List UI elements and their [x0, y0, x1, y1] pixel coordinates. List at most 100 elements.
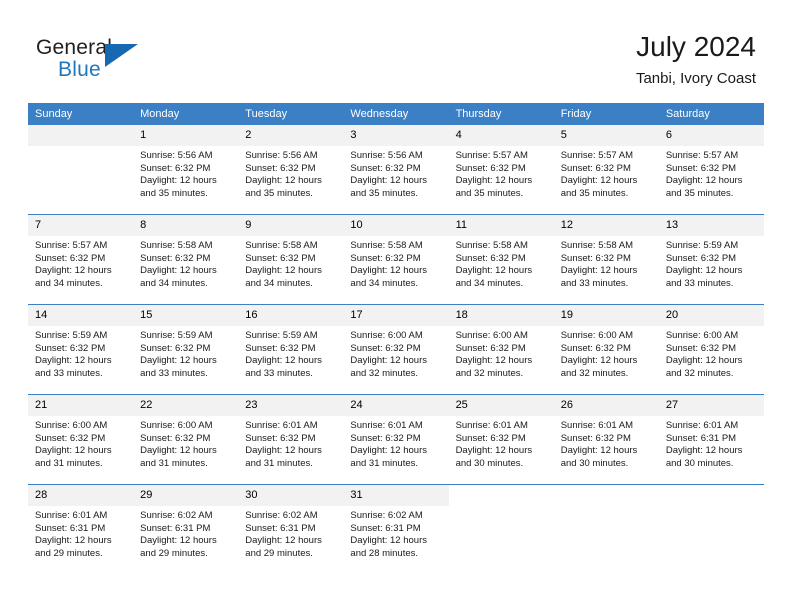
calendar-day-cell[interactable]: 24 Sunrise: 6:01 AM Sunset: 6:32 PM Dayligh… — [343, 394, 449, 485]
sunrise-text: Sunrise: 6:01 AM — [665, 420, 739, 431]
daylight-text-line2: and 28 minutes. — [350, 547, 419, 559]
sunset-text: Sunset: 6:32 PM — [350, 342, 421, 354]
calendar-day-cell[interactable]: 16 Sunrise: 5:59 AM Sunset: 6:32 PM Dayligh… — [238, 304, 344, 395]
sunset-text: Sunset: 6:32 PM — [140, 252, 211, 264]
daylight-text-line2: and 29 minutes. — [245, 547, 313, 559]
daylight-text-line2: and 33 minutes. — [245, 367, 313, 379]
day-details: Sunrise: 6:01 AM Sunset: 6:32 PM Daylight:… — [449, 416, 554, 470]
calendar-day-cell[interactable]: 27 Sunrise: 6:01 AM Sunset: 6:31 PM Dayligh… — [658, 394, 764, 485]
day-number: 19 — [553, 305, 659, 326]
daylight-text-line1: Daylight: 12 hours — [35, 355, 112, 367]
day-details: Sunrise: 5:56 AM Sunset: 6:32 PM Daylight:… — [133, 146, 238, 200]
calendar-day-cell[interactable]: 21 Sunrise: 6:00 AM Sunset: 6:32 PM Dayligh… — [28, 394, 134, 485]
day-number: 4 — [448, 125, 554, 146]
sunrise-text: Sunrise: 6:01 AM — [35, 510, 108, 521]
daylight-text-line2: and 32 minutes. — [455, 367, 524, 379]
calendar-day-cell[interactable]: 23 Sunrise: 6:01 AM Sunset: 6:32 PM Dayligh… — [238, 394, 344, 485]
sunrise-text: Sunrise: 6:02 AM — [140, 510, 213, 521]
calendar-page: General Blue July 2024 Tanbi, Ivory Coas… — [0, 0, 792, 612]
calendar-day-cell[interactable]: 6 Sunrise: 5:57 AM Sunset: 6:32 PM Daylight… — [658, 125, 764, 215]
calendar-day-cell[interactable]: 22 Sunrise: 6:00 AM Sunset: 6:32 PM Dayligh… — [133, 394, 239, 485]
calendar-week-row: 1 Sunrise: 5:56 AM Sunset: 6:32 PM Daylight… — [28, 125, 764, 215]
daylight-text-line1: Daylight: 12 hours — [665, 265, 743, 277]
daylight-text-line2: and 30 minutes. — [665, 457, 734, 469]
calendar-day-cell[interactable]: 8 Sunrise: 5:58 AM Sunset: 6:32 PM Daylight… — [133, 214, 239, 305]
general-blue-logo: General Blue — [36, 36, 146, 84]
logo-text-blue: Blue — [58, 58, 101, 81]
sunset-text: Sunset: 6:32 PM — [560, 162, 631, 174]
sunrise-text: Sunrise: 6:02 AM — [350, 510, 423, 521]
day-number — [553, 485, 659, 506]
sunrise-text: Sunrise: 6:01 AM — [350, 420, 423, 431]
daylight-text-line1: Daylight: 12 hours — [245, 445, 322, 457]
sunrise-text: Sunrise: 5:57 AM — [455, 150, 528, 161]
sunrise-text: Sunrise: 6:00 AM — [455, 330, 528, 341]
sunset-text: Sunset: 6:32 PM — [350, 432, 421, 444]
day-number: 30 — [238, 485, 344, 506]
day-number: 1 — [133, 125, 239, 146]
calendar-day-cell[interactable]: 1 Sunrise: 5:56 AM Sunset: 6:32 PM Daylight… — [133, 125, 239, 215]
sunrise-text: Sunrise: 5:57 AM — [560, 150, 634, 161]
daylight-text-line1: Daylight: 12 hours — [350, 355, 427, 367]
day-details: Sunrise: 5:58 AM Sunset: 6:32 PM Daylight:… — [554, 236, 659, 290]
sunset-text: Sunset: 6:31 PM — [140, 522, 211, 534]
daylight-text-line1: Daylight: 12 hours — [455, 265, 533, 277]
calendar-day-cell[interactable]: 18 Sunrise: 6:00 AM Sunset: 6:32 PM Dayligh… — [448, 304, 554, 395]
day-details: Sunrise: 5:59 AM Sunset: 6:32 PM Daylight:… — [133, 326, 238, 380]
calendar-day-cell[interactable]: 9 Sunrise: 5:58 AM Sunset: 6:32 PM Daylight… — [238, 214, 344, 305]
calendar-day-cell[interactable]: 12 Sunrise: 5:58 AM Sunset: 6:32 PM Dayligh… — [553, 214, 659, 305]
calendar-day-cell[interactable]: 10 Sunrise: 5:58 AM Sunset: 6:32 PM Dayligh… — [343, 214, 449, 305]
calendar-day-cell[interactable]: 30 Sunrise: 6:02 AM Sunset: 6:31 PM Dayligh… — [238, 484, 344, 574]
calendar-day-cell[interactable]: 17 Sunrise: 6:00 AM Sunset: 6:32 PM Dayligh… — [343, 304, 449, 395]
daylight-text-line1: Daylight: 12 hours — [350, 175, 427, 187]
calendar-day-cell[interactable]: 3 Sunrise: 5:56 AM Sunset: 6:32 PM Daylight… — [343, 125, 449, 215]
day-number: 28 — [28, 485, 134, 506]
day-number: 23 — [238, 395, 344, 416]
sunrise-text: Sunrise: 5:57 AM — [665, 150, 739, 161]
sunset-text: Sunset: 6:32 PM — [245, 252, 316, 264]
day-details: Sunrise: 5:56 AM Sunset: 6:32 PM Daylight:… — [238, 146, 343, 200]
weekday-header-monday: Monday — [133, 103, 239, 125]
calendar-day-cell[interactable]: 13 Sunrise: 5:59 AM Sunset: 6:32 PM Dayligh… — [658, 214, 764, 305]
calendar-day-cell[interactable]: 11 Sunrise: 5:58 AM Sunset: 6:32 PM Dayligh… — [448, 214, 554, 305]
daylight-text-line2: and 34 minutes. — [455, 277, 524, 289]
daylight-text-line1: Daylight: 12 hours — [35, 265, 112, 277]
calendar-day-cell[interactable]: 25 Sunrise: 6:01 AM Sunset: 6:32 PM Dayligh… — [448, 394, 554, 485]
weekday-header-tuesday: Tuesday — [238, 103, 344, 125]
weekday-header-thursday: Thursday — [448, 103, 554, 125]
day-details: Sunrise: 6:00 AM Sunset: 6:32 PM Daylight:… — [343, 326, 448, 380]
day-number: 25 — [448, 395, 554, 416]
day-number: 5 — [553, 125, 659, 146]
calendar-cell-empty — [553, 484, 659, 574]
calendar-day-cell[interactable]: 15 Sunrise: 5:59 AM Sunset: 6:32 PM Dayligh… — [133, 304, 239, 395]
calendar-table: Sunday Monday Tuesday Wednesday Thursday… — [28, 103, 764, 574]
day-number: 22 — [133, 395, 239, 416]
calendar-day-cell[interactable]: 2 Sunrise: 5:56 AM Sunset: 6:32 PM Daylight… — [238, 125, 344, 215]
daylight-text-line2: and 35 minutes. — [665, 187, 734, 199]
calendar-day-cell[interactable]: 20 Sunrise: 6:00 AM Sunset: 6:32 PM Dayligh… — [658, 304, 764, 395]
day-details: Sunrise: 5:57 AM Sunset: 6:32 PM Daylight:… — [28, 236, 133, 290]
calendar-day-cell[interactable]: 4 Sunrise: 5:57 AM Sunset: 6:32 PM Daylight… — [448, 125, 554, 215]
calendar-day-cell[interactable]: 5 Sunrise: 5:57 AM Sunset: 6:32 PM Daylight… — [553, 125, 659, 215]
day-number: 2 — [238, 125, 344, 146]
calendar-day-cell[interactable]: 19 Sunrise: 6:00 AM Sunset: 6:32 PM Dayligh… — [553, 304, 659, 395]
day-number: 6 — [658, 125, 764, 146]
calendar-day-cell[interactable]: 28 Sunrise: 6:01 AM Sunset: 6:31 PM Dayligh… — [28, 484, 134, 574]
calendar-week-row: 14 Sunrise: 5:59 AM Sunset: 6:32 PM Dayligh… — [28, 304, 764, 395]
sunset-text: Sunset: 6:31 PM — [35, 522, 106, 534]
sunrise-text: Sunrise: 5:56 AM — [350, 150, 423, 161]
day-details: Sunrise: 5:58 AM Sunset: 6:32 PM Daylight:… — [449, 236, 554, 290]
day-details: Sunrise: 6:00 AM Sunset: 6:32 PM Daylight:… — [449, 326, 554, 380]
calendar-day-cell[interactable]: 31 Sunrise: 6:02 AM Sunset: 6:31 PM Dayligh… — [343, 484, 449, 574]
day-number: 7 — [28, 215, 134, 236]
daylight-text-line2: and 35 minutes. — [245, 187, 313, 199]
sunrise-text: Sunrise: 5:59 AM — [245, 330, 318, 341]
calendar-day-cell[interactable]: 26 Sunrise: 6:01 AM Sunset: 6:32 PM Dayligh… — [553, 394, 659, 485]
daylight-text-line1: Daylight: 12 hours — [140, 355, 217, 367]
calendar-day-cell[interactable]: 14 Sunrise: 5:59 AM Sunset: 6:32 PM Dayligh… — [28, 304, 134, 395]
day-details: Sunrise: 6:02 AM Sunset: 6:31 PM Daylight:… — [343, 506, 448, 560]
calendar-day-cell[interactable]: 7 Sunrise: 5:57 AM Sunset: 6:32 PM Daylight… — [28, 214, 134, 305]
daylight-text-line1: Daylight: 12 hours — [665, 175, 743, 187]
day-number: 29 — [133, 485, 239, 506]
calendar-day-cell[interactable]: 29 Sunrise: 6:02 AM Sunset: 6:31 PM Dayligh… — [133, 484, 239, 574]
